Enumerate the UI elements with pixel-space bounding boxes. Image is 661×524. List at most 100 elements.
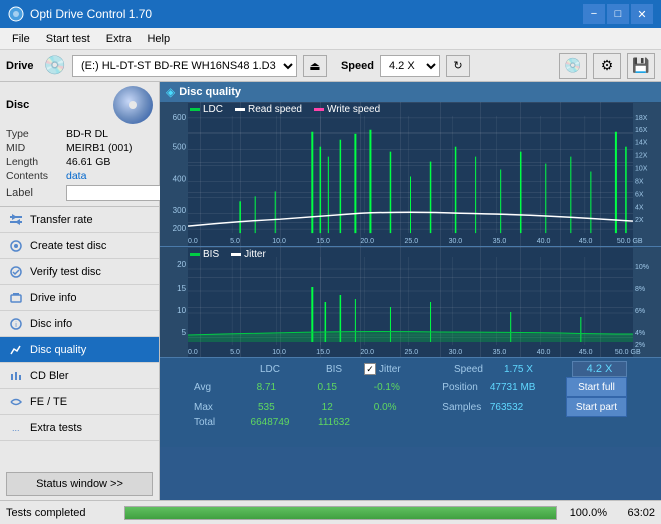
chart-title-icon: ◈ (166, 85, 175, 99)
svg-text:14X: 14X (635, 140, 648, 147)
stats-samples-label: Samples (442, 402, 490, 413)
sidebar-label-extra-tests: Extra tests (30, 422, 82, 434)
svg-text:600: 600 (173, 113, 187, 122)
settings-button[interactable]: ⚙ (593, 53, 621, 79)
chart-title: Disc quality (179, 86, 241, 98)
close-button[interactable]: ✕ (631, 4, 653, 24)
sidebar-item-verify-test-disc[interactable]: Verify test disc (0, 259, 159, 285)
stats-ldc-header: LDC (236, 364, 304, 375)
menu-file[interactable]: File (4, 31, 38, 47)
progress-time: 63:02 (615, 507, 655, 519)
svg-text:8X: 8X (635, 178, 644, 185)
stats-position-value: 47731 MB (490, 382, 566, 393)
save-button[interactable]: 💾 (627, 53, 655, 79)
stats-avg-bis: 0.15 (299, 382, 356, 393)
menu-extra[interactable]: Extra (98, 31, 140, 47)
disc-contents-label: Contents (6, 170, 66, 182)
extra-tests-icon: ... (8, 420, 24, 436)
stats-max-jitter: 0.0% (356, 402, 443, 413)
svg-text:2%: 2% (635, 342, 645, 349)
status-window-button[interactable]: Status window >> (6, 472, 153, 496)
sidebar-label-drive-info: Drive info (30, 292, 76, 304)
minimize-button[interactable]: − (583, 4, 605, 24)
disc-mid-row: MID MEIRB1 (001) (6, 142, 153, 154)
svg-text:12X: 12X (635, 153, 648, 160)
bottom-status-bar: Tests completed 100.0% 63:02 (0, 500, 661, 524)
stats-total-label: Total (194, 417, 236, 428)
disc-contents-row: Contents data (6, 170, 153, 182)
sidebar-label-fe-te: FE / TE (30, 396, 67, 408)
svg-text:5.0: 5.0 (230, 349, 240, 356)
speed-display: 4.2 X (572, 361, 627, 377)
speed-label: Speed (341, 60, 374, 72)
sidebar-label-disc-info: Disc info (30, 318, 72, 330)
disc-length-value: 46.61 GB (66, 156, 110, 168)
speed-select[interactable]: 4.2 X (380, 55, 440, 77)
sidebar-item-fe-te[interactable]: FE / TE (0, 389, 159, 415)
disc-quality-icon (8, 342, 24, 358)
stats-bis-header: BIS (304, 364, 364, 375)
disc-length-label: Length (6, 156, 66, 168)
window-title: Opti Drive Control 1.70 (30, 7, 583, 21)
svg-text:10: 10 (177, 306, 186, 315)
disc-mid-value: MEIRB1 (001) (66, 142, 133, 154)
disc-button[interactable]: 💿 (559, 53, 587, 79)
progress-percent: 100.0% (565, 507, 607, 519)
sidebar-item-disc-quality[interactable]: Disc quality (0, 337, 159, 363)
svg-text:18X: 18X (635, 115, 648, 122)
eject-button[interactable]: ⏏ (303, 55, 327, 77)
svg-text:30.0: 30.0 (449, 238, 463, 245)
drive-bar: Drive 💿 (E:) HL-DT-ST BD-RE WH16NS48 1.D… (0, 50, 661, 82)
svg-text:400: 400 (173, 174, 187, 183)
svg-text:20.0: 20.0 (360, 349, 374, 356)
maximize-button[interactable]: □ (607, 4, 629, 24)
svg-text:5: 5 (182, 328, 187, 337)
sidebar-item-cd-bler[interactable]: CD Bler (0, 363, 159, 389)
svg-text:8%: 8% (635, 286, 645, 293)
window-controls: − □ ✕ (583, 4, 653, 24)
menu-bar: File Start test Extra Help (0, 28, 661, 50)
svg-text:50.0 GB: 50.0 GB (615, 349, 641, 356)
app-icon (8, 6, 24, 22)
svg-text:15: 15 (177, 284, 186, 293)
top-chart: LDC Read speed Write speed (160, 102, 661, 247)
stats-avg-jitter: -0.1% (356, 382, 443, 393)
svg-text:20: 20 (177, 260, 186, 269)
svg-text:45.0: 45.0 (579, 349, 593, 356)
disc-label-row: Label 🔍 (6, 184, 153, 202)
sidebar-item-transfer-rate[interactable]: Transfer rate (0, 207, 159, 233)
stats-position-label: Position (442, 382, 490, 393)
svg-text:25.0: 25.0 (404, 238, 418, 245)
drive-select[interactable]: (E:) HL-DT-ST BD-RE WH16NS48 1.D3 (72, 55, 297, 77)
svg-text:10%: 10% (635, 264, 649, 271)
svg-text:25.0: 25.0 (404, 349, 418, 356)
create-test-icon (8, 238, 24, 254)
transfer-rate-icon (8, 212, 24, 228)
stats-max-bis: 12 (299, 402, 356, 413)
main-content: Disc Type BD-R DL MID MEIRB1 (001) Lengt… (0, 82, 661, 500)
refresh-button[interactable]: ↻ (446, 55, 470, 77)
sidebar-navigation: Transfer rate Create test disc Verify te… (0, 207, 159, 468)
disc-mid-label: MID (6, 142, 66, 154)
svg-text:40.0: 40.0 (537, 349, 551, 356)
sidebar-item-disc-info[interactable]: i Disc info (0, 311, 159, 337)
sidebar-item-create-test-disc[interactable]: Create test disc (0, 233, 159, 259)
start-full-button[interactable]: Start full (566, 377, 627, 397)
svg-text:4X: 4X (635, 204, 644, 211)
top-chart-svg: 600 500 400 300 200 18X 16X 14X 12X 10X … (160, 102, 661, 246)
svg-text:20.0: 20.0 (360, 238, 374, 245)
drive-info-icon (8, 290, 24, 306)
menu-start-test[interactable]: Start test (38, 31, 98, 47)
disc-section: Disc Type BD-R DL MID MEIRB1 (001) Lengt… (0, 82, 159, 207)
menu-help[interactable]: Help (139, 31, 178, 47)
status-text: Tests completed (6, 507, 116, 519)
sidebar-item-drive-info[interactable]: Drive info (0, 285, 159, 311)
start-part-button[interactable]: Start part (566, 397, 627, 417)
jitter-checkbox[interactable]: ✓ (364, 363, 376, 375)
drive-label: Drive (6, 60, 34, 72)
disc-section-title: Disc (6, 99, 109, 111)
sidebar-item-extra-tests[interactable]: ... Extra tests (0, 415, 159, 441)
svg-text:35.0: 35.0 (493, 349, 507, 356)
disc-length-row: Length 46.61 GB (6, 156, 153, 168)
stats-total-ldc: 6648749 (236, 417, 304, 428)
